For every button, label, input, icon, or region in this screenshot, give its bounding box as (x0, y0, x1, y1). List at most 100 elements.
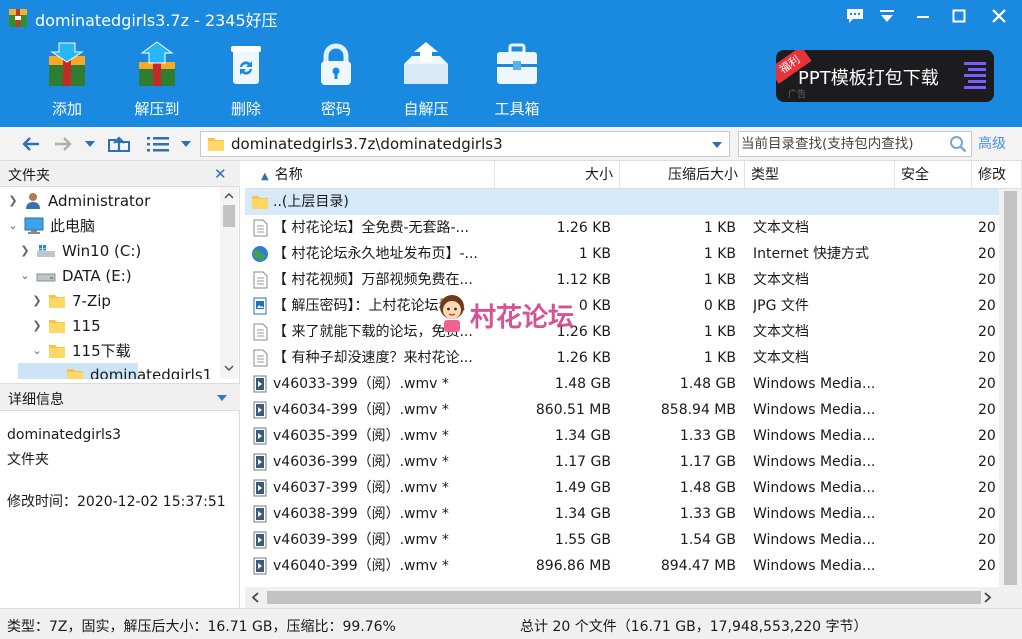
column-security[interactable]: 安全 (895, 161, 972, 189)
table-row[interactable]: v46040-399（阅）.wmv * 896.86 MB 894.47 MB Win… (245, 553, 999, 579)
tree-node-7zip[interactable]: ❯ 7-Zip (30, 288, 111, 313)
tree-node-this-pc[interactable]: ⌄ 此电脑 (6, 213, 95, 238)
close-icon[interactable]: ✕ (214, 165, 227, 183)
table-row[interactable]: v46034-399（阅）.wmv * 860.51 MB 858.94 MB Win… (245, 397, 999, 423)
column-modified[interactable]: 修改 (972, 161, 1022, 189)
chevron-down-icon[interactable]: ⌄ (6, 219, 20, 232)
chevron-down-icon[interactable]: ⌄ (18, 269, 32, 282)
table-row[interactable]: 【 来了就能下载的论坛，免费... 1.26 KB 1 KB 文本文档 20 (245, 319, 999, 345)
chevron-up-icon[interactable] (224, 193, 234, 199)
cell-modified: 20 (978, 246, 996, 262)
chat-icon (847, 9, 863, 23)
chevron-down-icon[interactable] (224, 365, 234, 371)
cell-modified: 20 (978, 350, 996, 366)
chevron-right-icon[interactable]: ❯ (30, 294, 44, 307)
extract-to-label: 解压到 (134, 100, 180, 118)
tree-node-dominatedgirls1[interactable]: dominatedgirls1 (48, 362, 212, 379)
maximize-button[interactable] (942, 0, 976, 32)
self-extract-icon (404, 42, 448, 84)
cell-compressed: 894.47 MB (660, 558, 736, 574)
extract-to-button[interactable]: 解压到 (117, 38, 197, 120)
view-mode-dropdown[interactable] (178, 132, 194, 156)
ad-banner[interactable]: 福利 PPT模板打包下载 广告 (776, 50, 994, 102)
tree-node-115[interactable]: ❯ 115 (30, 313, 100, 338)
cell-name: v46035-399（阅）.wmv * (273, 428, 449, 444)
search-input[interactable] (741, 133, 941, 155)
tree-scroll-thumb[interactable] (223, 205, 235, 227)
table-row[interactable]: v46038-399（阅）.wmv * 1.34 GB 1.33 GB Windows… (245, 501, 999, 527)
lock-icon (321, 43, 351, 85)
vertical-scroll-thumb[interactable] (1004, 191, 1017, 585)
forward-button[interactable] (50, 132, 76, 156)
forward-arrow-icon (55, 137, 72, 151)
collapse-icon[interactable] (217, 395, 227, 401)
chevron-down-icon[interactable]: ⌄ (30, 344, 44, 357)
text-file-icon (253, 219, 268, 237)
table-row[interactable]: v46039-399（阅）.wmv * 1.55 GB 1.54 GB Windows… (245, 527, 999, 553)
tree-node-administrator[interactable]: ❯ Administrator (6, 188, 150, 213)
password-button[interactable]: 密码 (296, 38, 376, 120)
chevron-right-icon[interactable] (984, 592, 992, 603)
table-row[interactable]: 【 村花论坛】全免费-无套路-... 1.26 KB 1 KB 文本文档 20 (245, 215, 999, 241)
advanced-search-link[interactable]: 高级 (978, 133, 1006, 153)
tree-scrollbar[interactable] (220, 187, 238, 379)
horizontal-scrollbar[interactable] (245, 587, 1022, 608)
video-file-icon (253, 375, 267, 393)
column-size[interactable]: 大小 (495, 161, 620, 189)
chevron-left-icon[interactable] (251, 592, 259, 603)
cell-modified: 20 (978, 272, 996, 288)
cell-type: Windows Media... (753, 506, 876, 522)
cell-name: v46034-399（阅）.wmv * (273, 402, 449, 418)
cell-type: JPG 文件 (753, 298, 809, 314)
vertical-scrollbar[interactable] (999, 189, 1022, 587)
cell-size: 1.34 GB (554, 428, 611, 444)
menu-button[interactable] (870, 0, 904, 32)
up-level-button[interactable] (104, 132, 134, 156)
title-bar: dominatedgirls3.7z - 2345好压 (0, 0, 1022, 34)
chevron-right-icon[interactable]: ❯ (30, 319, 44, 332)
table-row[interactable]: 【 村花视频】万部视频免费在... 1.12 KB 1 KB 文本文档 20 (245, 267, 999, 293)
column-compressed[interactable]: 压缩后大小 (620, 161, 745, 189)
self-extract-button[interactable]: 自解压 (386, 38, 466, 120)
table-row[interactable]: 【 解压密码】：上村花论坛看... 0 KB 0 KB JPG 文件 20 (245, 293, 999, 319)
minimize-button[interactable] (906, 0, 940, 32)
add-archive-icon (49, 42, 85, 86)
close-button[interactable] (982, 0, 1016, 32)
chevron-right-icon[interactable]: ❯ (18, 244, 32, 257)
path-field[interactable]: dominatedgirls3.7z\dominatedgirls3 (200, 131, 730, 157)
folder-icon (67, 368, 83, 379)
horizontal-scroll-thumb[interactable] (267, 591, 981, 604)
column-name[interactable]: ▲ 名称 (245, 161, 495, 189)
search-icon[interactable] (949, 135, 967, 153)
tree-node-drive-e[interactable]: ⌄ DATA (E:) (18, 263, 131, 288)
feedback-button[interactable] (838, 0, 872, 32)
video-file-icon (253, 401, 267, 419)
delete-button[interactable]: 删除 (206, 38, 286, 120)
table-row[interactable]: 【 村花论坛永久地址发布页】-... 1 KB 1 KB Internet 快捷方式 2… (245, 241, 999, 267)
table-row[interactable]: v46037-399（阅）.wmv * 1.49 GB 1.48 GB Windows… (245, 475, 999, 501)
toolbox-button[interactable]: 工具箱 (477, 38, 557, 120)
back-button[interactable] (18, 132, 44, 156)
chevron-right-icon[interactable]: ❯ (6, 194, 20, 207)
column-name-label: 名称 (274, 167, 303, 183)
add-label: 添加 (51, 100, 82, 118)
table-row[interactable]: v46035-399（阅）.wmv * 1.34 GB 1.33 GB Windows… (245, 423, 999, 449)
folder-icon (208, 138, 224, 151)
view-mode-button[interactable] (144, 132, 172, 156)
table-row[interactable]: 【 有种子却没速度？来村花论... 1.26 KB 1 KB 文本文档 20 (245, 345, 999, 371)
cell-compressed: 1.54 GB (679, 532, 736, 548)
table-row[interactable]: v46036-399（阅）.wmv * 1.17 GB 1.17 GB Windows… (245, 449, 999, 475)
chevron-down-icon[interactable] (711, 136, 723, 152)
add-button[interactable]: 添加 (27, 38, 107, 120)
cell-compressed: 1 KB (703, 220, 736, 236)
tree-node-115-download[interactable]: ⌄ 115下载 (30, 338, 130, 363)
table-row[interactable]: v46033-399（阅）.wmv * 1.48 GB 1.48 GB Windows… (245, 371, 999, 397)
cell-type: Windows Media... (753, 480, 876, 496)
detail-pane-header[interactable]: 详细信息 (0, 383, 240, 411)
cell-name: v46033-399（阅）.wmv * (273, 376, 449, 392)
column-type[interactable]: 类型 (745, 161, 895, 189)
folder-icon (252, 196, 268, 209)
tree-node-drive-c[interactable]: ❯ Win10 (C:) (18, 238, 141, 263)
parent-dir-row[interactable]: ..(上层目录) (245, 189, 999, 215)
history-dropdown[interactable] (82, 132, 98, 156)
